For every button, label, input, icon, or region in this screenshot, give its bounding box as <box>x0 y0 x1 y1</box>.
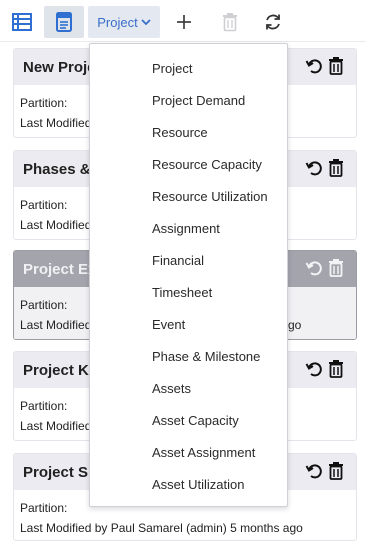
card-title: Project Sir <box>23 463 99 481</box>
card-title: Project Kp <box>23 361 99 379</box>
project-type-dropdown[interactable]: Project <box>88 6 160 38</box>
menu-item-asset-assignment[interactable]: Asset Assignment <box>90 437 287 469</box>
list-view-button[interactable] <box>6 6 38 38</box>
toolbar: Project <box>0 0 366 42</box>
project-type-menu: Project Project Demand Resource Resource… <box>89 43 288 507</box>
refresh-button[interactable] <box>256 6 290 38</box>
plus-icon <box>177 15 191 29</box>
document-view-button[interactable] <box>44 6 84 38</box>
menu-item-timesheet[interactable]: Timesheet <box>90 277 287 309</box>
list-view-icon <box>12 13 32 31</box>
undo-icon[interactable] <box>305 57 323 75</box>
menu-item-phase-milestone[interactable]: Phase & Milestone <box>90 341 287 373</box>
menu-item-asset-utilization[interactable]: Asset Utilization <box>90 469 287 501</box>
menu-item-resource[interactable]: Resource <box>90 117 287 149</box>
undo-icon[interactable] <box>305 360 323 378</box>
trash-icon <box>223 13 237 32</box>
undo-icon[interactable] <box>305 159 323 177</box>
menu-item-event[interactable]: Event <box>90 309 287 341</box>
document-icon <box>56 12 72 32</box>
chevron-down-icon <box>141 19 151 26</box>
card-title: New Proje <box>23 58 96 76</box>
menu-item-assignment[interactable]: Assignment <box>90 213 287 245</box>
project-type-label: Project <box>97 14 138 30</box>
menu-item-asset-capacity[interactable]: Asset Capacity <box>90 405 287 437</box>
undo-icon[interactable] <box>305 462 323 480</box>
last-modified-suffix: go <box>288 318 302 332</box>
add-button[interactable] <box>168 6 200 38</box>
delete-button-disabled[interactable] <box>214 6 246 38</box>
trash-icon[interactable] <box>328 462 344 480</box>
trash-icon[interactable] <box>328 360 344 378</box>
trash-icon[interactable] <box>328 57 344 75</box>
trash-icon[interactable] <box>328 259 344 277</box>
menu-item-assets[interactable]: Assets <box>90 373 287 405</box>
trash-icon[interactable] <box>328 159 344 177</box>
undo-icon[interactable] <box>305 259 323 277</box>
last-modified-text: Last Modified by Paul Samarel (admin) 5 … <box>20 521 303 535</box>
menu-item-project[interactable]: Project <box>90 53 287 85</box>
menu-item-financial[interactable]: Financial <box>90 245 287 277</box>
menu-item-resource-utilization[interactable]: Resource Utilization <box>90 181 287 213</box>
menu-item-project-demand[interactable]: Project Demand <box>90 85 287 117</box>
refresh-icon <box>266 14 280 30</box>
menu-item-resource-capacity[interactable]: Resource Capacity <box>90 149 287 181</box>
